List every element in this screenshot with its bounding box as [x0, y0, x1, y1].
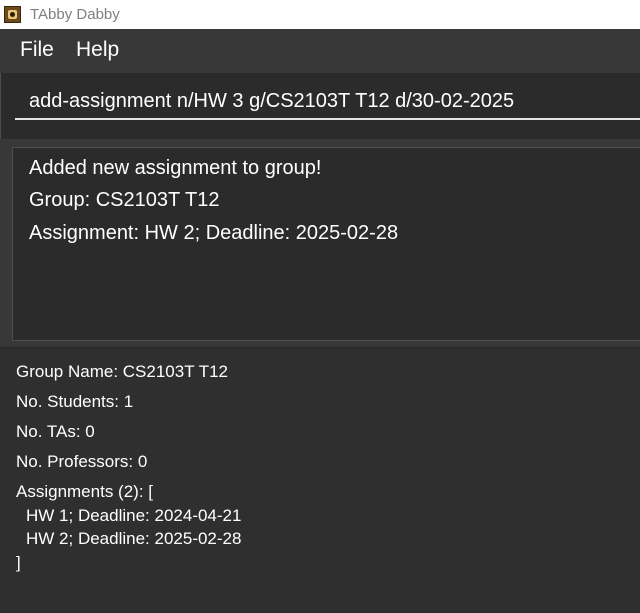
- assignments-header: Assignments (2): [: [16, 482, 153, 501]
- professor-count: No. Professors: 0: [16, 452, 148, 471]
- result-display: Added new assignment to group! Group: CS…: [12, 147, 640, 341]
- assignments-close: ]: [16, 553, 21, 572]
- window-title: TAbby Dabby: [30, 6, 120, 23]
- title-bar: TAbby Dabby: [0, 0, 640, 29]
- group-detail-panel: Group Name: CS2103T T12 No. Students: 1 …: [0, 349, 640, 613]
- group-name: Group Name: CS2103T T12: [16, 362, 228, 381]
- menu-bar: File Help: [0, 29, 640, 73]
- result-message: Added new assignment to group!: [29, 157, 322, 179]
- result-panel: Added new assignment to group! Group: CS…: [0, 139, 640, 347]
- menu-help[interactable]: Help: [76, 38, 119, 62]
- student-count: No. Students: 1: [16, 392, 134, 411]
- command-box: [0, 73, 640, 139]
- app-icon: [4, 6, 21, 23]
- result-group: Group: CS2103T T12: [29, 189, 220, 211]
- assignment-item: HW 1; Deadline: 2024-04-21: [26, 506, 242, 525]
- result-assignment: Assignment: HW 2; Deadline: 2025-02-28: [29, 222, 399, 244]
- command-input[interactable]: [15, 84, 640, 120]
- menu-file[interactable]: File: [20, 38, 54, 62]
- assignment-item: HW 2; Deadline: 2025-02-28: [26, 529, 242, 548]
- ta-count: No. TAs: 0: [16, 422, 95, 441]
